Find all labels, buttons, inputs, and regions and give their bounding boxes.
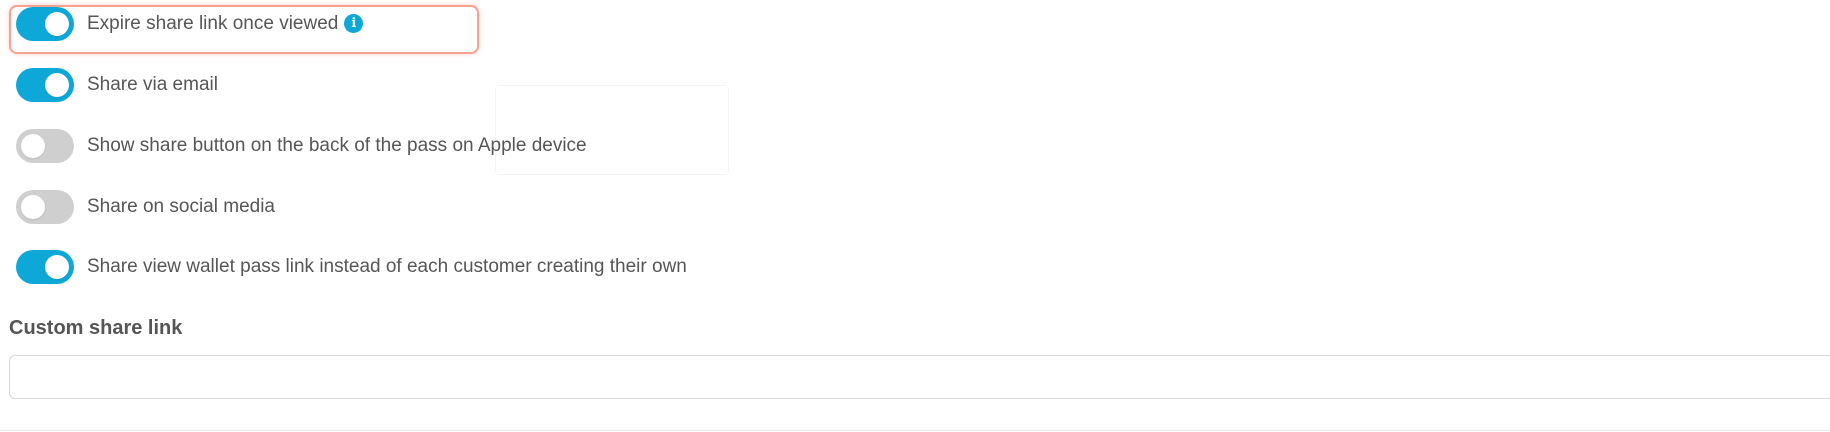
custom-share-link-input[interactable] bbox=[9, 355, 1830, 399]
toggle-row-view-wallet-pass-link: Share view wallet pass link instead of e… bbox=[16, 249, 687, 285]
toggle-knob bbox=[45, 255, 69, 279]
expire-share-link-label-text: Expire share link once viewed bbox=[87, 13, 339, 34]
divider bbox=[0, 430, 1830, 431]
social-media-toggle[interactable] bbox=[16, 190, 74, 224]
toggle-knob bbox=[45, 73, 69, 97]
apple-share-button-toggle[interactable] bbox=[16, 129, 74, 163]
toggle-row-expire-share-link: Expire share link once viewed i bbox=[16, 6, 364, 42]
view-wallet-pass-link-label: Share view wallet pass link instead of e… bbox=[87, 256, 687, 277]
toggle-row-social-media: Share on social media bbox=[16, 189, 275, 225]
apple-share-button-label: Show share button on the back of the pas… bbox=[87, 135, 587, 156]
custom-share-link-label: Custom share link bbox=[9, 317, 183, 339]
share-via-email-toggle[interactable] bbox=[16, 68, 74, 102]
toggle-knob bbox=[21, 195, 45, 219]
share-via-email-label: Share via email bbox=[87, 74, 218, 95]
toggle-row-apple-share-button: Show share button on the back of the pas… bbox=[16, 128, 587, 164]
expire-share-link-label: Expire share link once viewed i bbox=[87, 13, 364, 35]
share-settings-panel: Expire share link once viewed i Share via… bbox=[0, 0, 1830, 432]
toggle-knob bbox=[21, 134, 45, 158]
view-wallet-pass-link-toggle[interactable] bbox=[16, 250, 74, 284]
toggle-row-share-via-email: Share via email bbox=[16, 67, 218, 103]
info-icon[interactable]: i bbox=[344, 14, 364, 33]
social-media-label: Share on social media bbox=[87, 196, 275, 217]
expire-share-link-toggle[interactable] bbox=[16, 7, 74, 41]
toggle-knob bbox=[45, 12, 69, 36]
